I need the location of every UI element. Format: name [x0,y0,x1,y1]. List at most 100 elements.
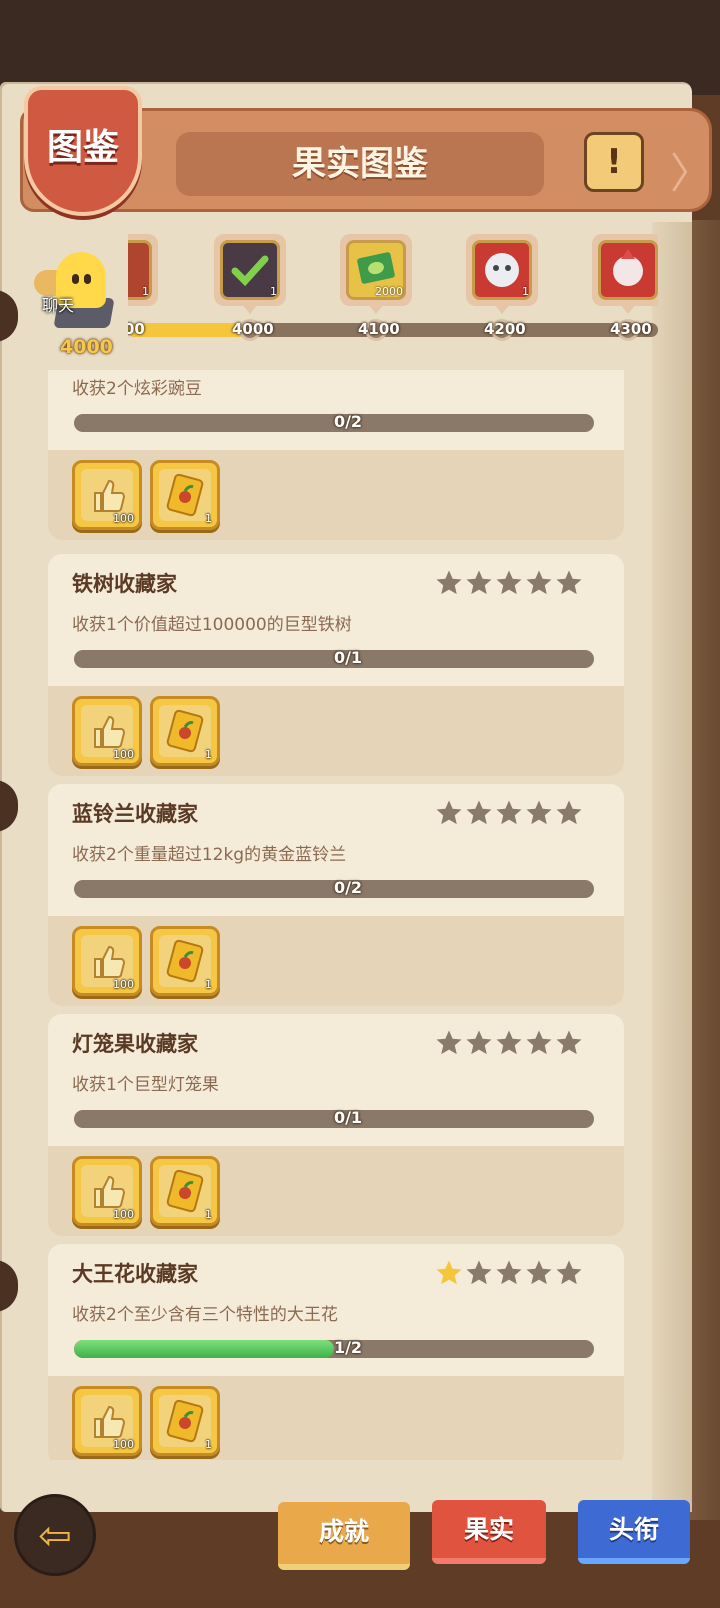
reward-item[interactable]: 100 [72,1386,142,1456]
star-icon [466,1030,492,1055]
achievement-description: 收获1个价值超过100000的巨型铁树 [72,615,352,635]
star-icon [436,570,462,595]
reward-count: 1 [205,512,212,525]
reward-count: 1 [205,978,212,991]
star-icon [526,1260,552,1285]
star-icon [496,1030,522,1055]
milestone-reward[interactable]: 1 [214,234,286,306]
reward-count: 100 [113,512,134,525]
reward-item[interactable]: 100 [72,926,142,996]
star-icon [466,800,492,825]
reward-count: 100 [113,1208,134,1221]
star-rating [434,568,594,600]
star-icon [556,570,582,595]
reward-item[interactable]: 100 [72,696,142,766]
reward-zone: 100 1 [48,1376,624,1460]
star-icon [466,1260,492,1285]
mascot-eye [72,274,79,284]
reward-count: 1 [205,1208,212,1221]
progress-text: 0/1 [333,1108,363,1127]
achievement-card: 大王花收藏家 收获2个至少含有三个特性的大王花 1/2 100 1 [48,1244,624,1460]
milestone-reward[interactable] [592,234,658,306]
collection-badge-label: 图鉴 [46,127,119,168]
star-icon [436,1030,462,1055]
achievement-description: 收获2个重量超过12kg的黄金蓝铃兰 [72,845,347,865]
milestone-label: 4200 [484,320,526,338]
achievement-card: 蓝铃兰收藏家收获2个重量超过12kg的黄金蓝铃兰 0/2 100 1 [48,784,624,1006]
milestone-reward[interactable]: 1 [466,234,538,306]
achievement-card: 收获2个炫彩豌豆 0/2 100 1 [48,370,624,540]
seed-ticket-icon [159,1395,211,1447]
chat-button[interactable]: 聊天 4000 [34,250,130,360]
reward-item[interactable]: 100 [72,460,142,530]
tab-achievements[interactable]: 成就 [278,1502,410,1570]
reward-count: 1 [205,1438,212,1451]
reward-item[interactable]: 1 [150,1386,220,1456]
back-button[interactable]: ⇦ [14,1494,96,1576]
milestone-count: 1 [142,285,149,298]
milestone-pointer [242,304,258,314]
page-title: 果实图鉴 [292,144,428,184]
chat-label: 聊天 [42,296,75,315]
star-icon [526,800,552,825]
achievement-list[interactable]: 收获2个炫彩豌豆 0/2 100 1 铁树收藏家收获1个价值超过100000的巨型铁树… [48,370,624,1460]
achievement-description: 收获1个巨型灯笼果 [72,1075,219,1095]
achievement-description: 收获2个炫彩豌豆 [72,379,202,399]
star-icon [556,1260,582,1285]
reward-zone: 100 1 [48,450,624,540]
milestone-label: 4300 [610,320,652,338]
achievement-card: 灯笼果收藏家收获1个巨型灯笼果 0/1 100 1 [48,1014,624,1236]
milestone-label: 4100 [358,320,400,338]
reward-count: 100 [113,978,134,991]
seed-ticket-icon [159,705,211,757]
star-icon [526,570,552,595]
reward-count: 100 [113,748,134,761]
achievement-card: 铁树收藏家 收获1个价值超过100000的巨型铁树 0/1 100 1 [48,554,624,776]
next-page-arrow-icon[interactable]: 〉 [670,140,712,201]
star-icon [556,1030,582,1055]
reward-item[interactable]: 1 [150,926,220,996]
star-icon [496,570,522,595]
star-icon [526,1030,552,1055]
progress-text: 0/2 [333,878,363,897]
milestone-reward[interactable]: 1 [128,234,158,306]
achievement-title: 铁树收藏家 [72,572,177,596]
milestone-pointer [368,304,384,314]
star-icon [436,1260,462,1285]
mascot-eye [84,274,91,284]
star-rating [434,798,594,830]
seed-ticket-icon [159,469,211,521]
achievement-description: 收获2个至少含有三个特性的大王花 [72,1305,338,1325]
tab-fruits[interactable]: 果实 [432,1500,546,1564]
reward-item[interactable]: 1 [150,1156,220,1226]
creature-icon [598,240,658,300]
star-rating [434,1258,594,1290]
achievement-title: 蓝铃兰收藏家 [72,802,198,826]
seed-ticket-icon [159,1165,211,1217]
achievement-title: 灯笼果收藏家 [72,1032,198,1056]
reward-count: 100 [113,1438,134,1451]
milestone-label: 4000 [232,320,274,338]
reward-count: 1 [205,748,212,761]
reward-item[interactable]: 1 [150,696,220,766]
reward-zone: 100 1 [48,916,624,1006]
progress-text: 0/2 [333,412,363,431]
milestone-count: 1 [522,285,529,298]
reward-item[interactable]: 1 [150,460,220,530]
star-icon [436,800,462,825]
reward-item[interactable]: 100 [72,1156,142,1226]
exclamation-icon: ! [606,142,622,182]
milestone-count: 2000 [375,285,403,298]
milestone-label: 00 [128,320,145,338]
star-icon [496,800,522,825]
reward-zone: 100 1 [48,686,624,776]
back-arrow-icon: ⇦ [38,1513,72,1559]
tab-titles[interactable]: 头衔 [578,1500,690,1564]
milestone-strip[interactable]: 1 1 2000 1 00 4000 4100 4200 4300 [128,228,658,353]
milestone-pointer [494,304,510,314]
info-scroll-button[interactable]: ! [584,132,644,192]
milestone-reward[interactable]: 2000 [340,234,412,306]
star-icon [466,570,492,595]
milestone-pointer [620,304,636,314]
seed-ticket-icon [159,935,211,987]
